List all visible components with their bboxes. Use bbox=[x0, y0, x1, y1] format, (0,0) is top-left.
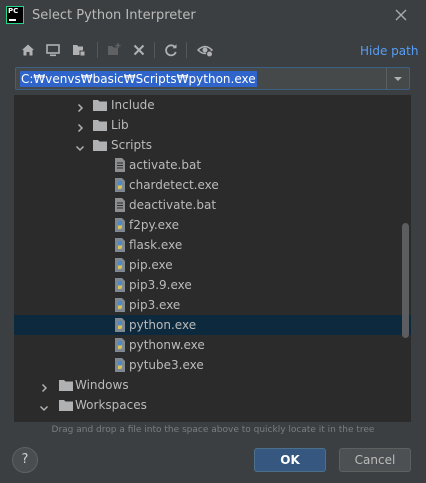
help-icon: ? bbox=[21, 452, 29, 467]
desktop-icon bbox=[46, 44, 60, 57]
folder-icon bbox=[92, 137, 108, 153]
project-folder-icon bbox=[73, 45, 86, 57]
tree-item-label: Windows bbox=[75, 378, 129, 392]
tree-file-row[interactable]: pip.exe bbox=[14, 255, 411, 275]
tree-item-label: pip.exe bbox=[129, 258, 173, 272]
chevron-down-icon[interactable] bbox=[38, 399, 50, 412]
python-executable-icon bbox=[112, 297, 128, 313]
tree-folder-row[interactable]: Workspaces bbox=[14, 395, 411, 415]
path-input-value[interactable]: C:₩venvs₩basic₩Scripts₩python.exe bbox=[20, 71, 257, 87]
batch-file-icon bbox=[112, 197, 128, 213]
tree-file-row[interactable]: pip3.9.exe bbox=[14, 275, 411, 295]
python-executable-icon bbox=[112, 257, 128, 273]
help-button[interactable]: ? bbox=[12, 447, 38, 473]
python-executable-icon bbox=[112, 317, 128, 333]
tree-file-row[interactable]: activate.bat bbox=[14, 155, 411, 175]
tree-file-row[interactable]: f2py.exe bbox=[14, 215, 411, 235]
new-folder-button[interactable] bbox=[104, 40, 124, 60]
chevron-right-icon[interactable] bbox=[74, 99, 86, 113]
file-tree[interactable]: Include Lib Scripts activate.bat chardetect.… bbox=[14, 95, 411, 422]
tree-item-label: python.exe bbox=[129, 318, 197, 332]
delete-x-icon bbox=[133, 44, 145, 56]
python-executable-icon bbox=[112, 217, 128, 233]
python-executable-icon bbox=[112, 237, 128, 253]
tree-file-row[interactable]: flask.exe bbox=[14, 235, 411, 255]
chevron-down-icon bbox=[394, 77, 402, 81]
tree-scrollbar[interactable] bbox=[400, 95, 411, 422]
tree-file-row[interactable]: pip3.exe bbox=[14, 295, 411, 315]
folder-icon bbox=[58, 397, 74, 413]
chevron-down-icon[interactable] bbox=[74, 139, 86, 152]
path-input[interactable]: C:₩venvs₩basic₩Scripts₩python.exe bbox=[15, 67, 410, 90]
tree-item-label: activate.bat bbox=[129, 158, 202, 172]
python-executable-icon bbox=[112, 357, 128, 373]
tree-item-label: pytube3.exe bbox=[129, 358, 204, 372]
python-executable-icon bbox=[112, 277, 128, 293]
delete-button[interactable] bbox=[129, 40, 149, 60]
tree-item-label: Lib bbox=[111, 118, 129, 132]
tree-file-row[interactable]: pytube3.exe bbox=[14, 355, 411, 375]
dialog-title: Select Python Interpreter bbox=[32, 8, 196, 23]
tree-item-label: deactivate.bat bbox=[129, 198, 217, 212]
project-directory-button[interactable] bbox=[69, 40, 89, 60]
pycharm-logo-icon: PC bbox=[6, 6, 24, 24]
home-button[interactable] bbox=[18, 40, 38, 60]
toolbar-separator bbox=[154, 42, 155, 58]
folder-icon bbox=[58, 377, 74, 393]
tree-item-label: Workspaces bbox=[75, 398, 147, 412]
tree-folder-row[interactable]: Windows bbox=[14, 375, 411, 395]
tree-file-row[interactable]: deactivate.bat bbox=[14, 195, 411, 215]
tree-item-label: Scripts bbox=[111, 138, 153, 152]
tree-item-label: pip3.9.exe bbox=[129, 278, 192, 292]
refresh-icon bbox=[165, 44, 177, 57]
tree-file-row[interactable]: pythonw.exe bbox=[14, 335, 411, 355]
path-dropdown-button[interactable] bbox=[386, 68, 409, 89]
desktop-button[interactable] bbox=[43, 40, 63, 60]
show-hidden-button[interactable] bbox=[195, 40, 215, 60]
title-bar: PC Select Python Interpreter bbox=[0, 0, 426, 32]
scrollbar-thumb[interactable] bbox=[402, 223, 409, 338]
tree-folder-row[interactable]: Lib bbox=[14, 115, 411, 135]
batch-file-icon bbox=[112, 157, 128, 173]
chevron-right-icon[interactable] bbox=[74, 119, 86, 133]
tree-file-row[interactable]: chardetect.exe bbox=[14, 175, 411, 195]
toolbar-separator bbox=[186, 42, 187, 58]
refresh-button[interactable] bbox=[161, 40, 181, 60]
drag-drop-hint: Drag and drop a file into the space abov… bbox=[51, 425, 375, 435]
close-icon bbox=[395, 9, 407, 21]
tree-item-label: pythonw.exe bbox=[129, 338, 205, 352]
tree-file-row[interactable]: python.exe bbox=[14, 315, 411, 335]
folder-icon bbox=[92, 97, 108, 113]
folder-icon bbox=[92, 117, 108, 133]
tree-item-label: chardetect.exe bbox=[129, 178, 219, 192]
tree-item-label: pip3.exe bbox=[129, 298, 181, 312]
tree-item-label: flask.exe bbox=[129, 238, 183, 252]
python-executable-icon bbox=[112, 177, 128, 193]
eye-icon bbox=[197, 45, 213, 58]
tree-folder-row[interactable]: Include bbox=[14, 95, 411, 115]
new-folder-icon bbox=[108, 43, 121, 55]
chevron-right-icon[interactable] bbox=[38, 379, 50, 393]
tree-item-label: Include bbox=[111, 98, 155, 112]
ok-button[interactable]: OK bbox=[254, 448, 326, 472]
cancel-button[interactable]: Cancel bbox=[339, 448, 411, 472]
close-button[interactable] bbox=[390, 4, 412, 26]
tree-folder-row[interactable]: Scripts bbox=[14, 135, 411, 155]
python-executable-icon bbox=[112, 337, 128, 353]
app-logo-text: PC bbox=[8, 7, 19, 15]
toolbar-separator bbox=[97, 42, 98, 58]
hide-path-link[interactable]: Hide path bbox=[360, 44, 418, 58]
home-icon bbox=[22, 44, 34, 56]
tree-item-label: f2py.exe bbox=[129, 218, 179, 232]
